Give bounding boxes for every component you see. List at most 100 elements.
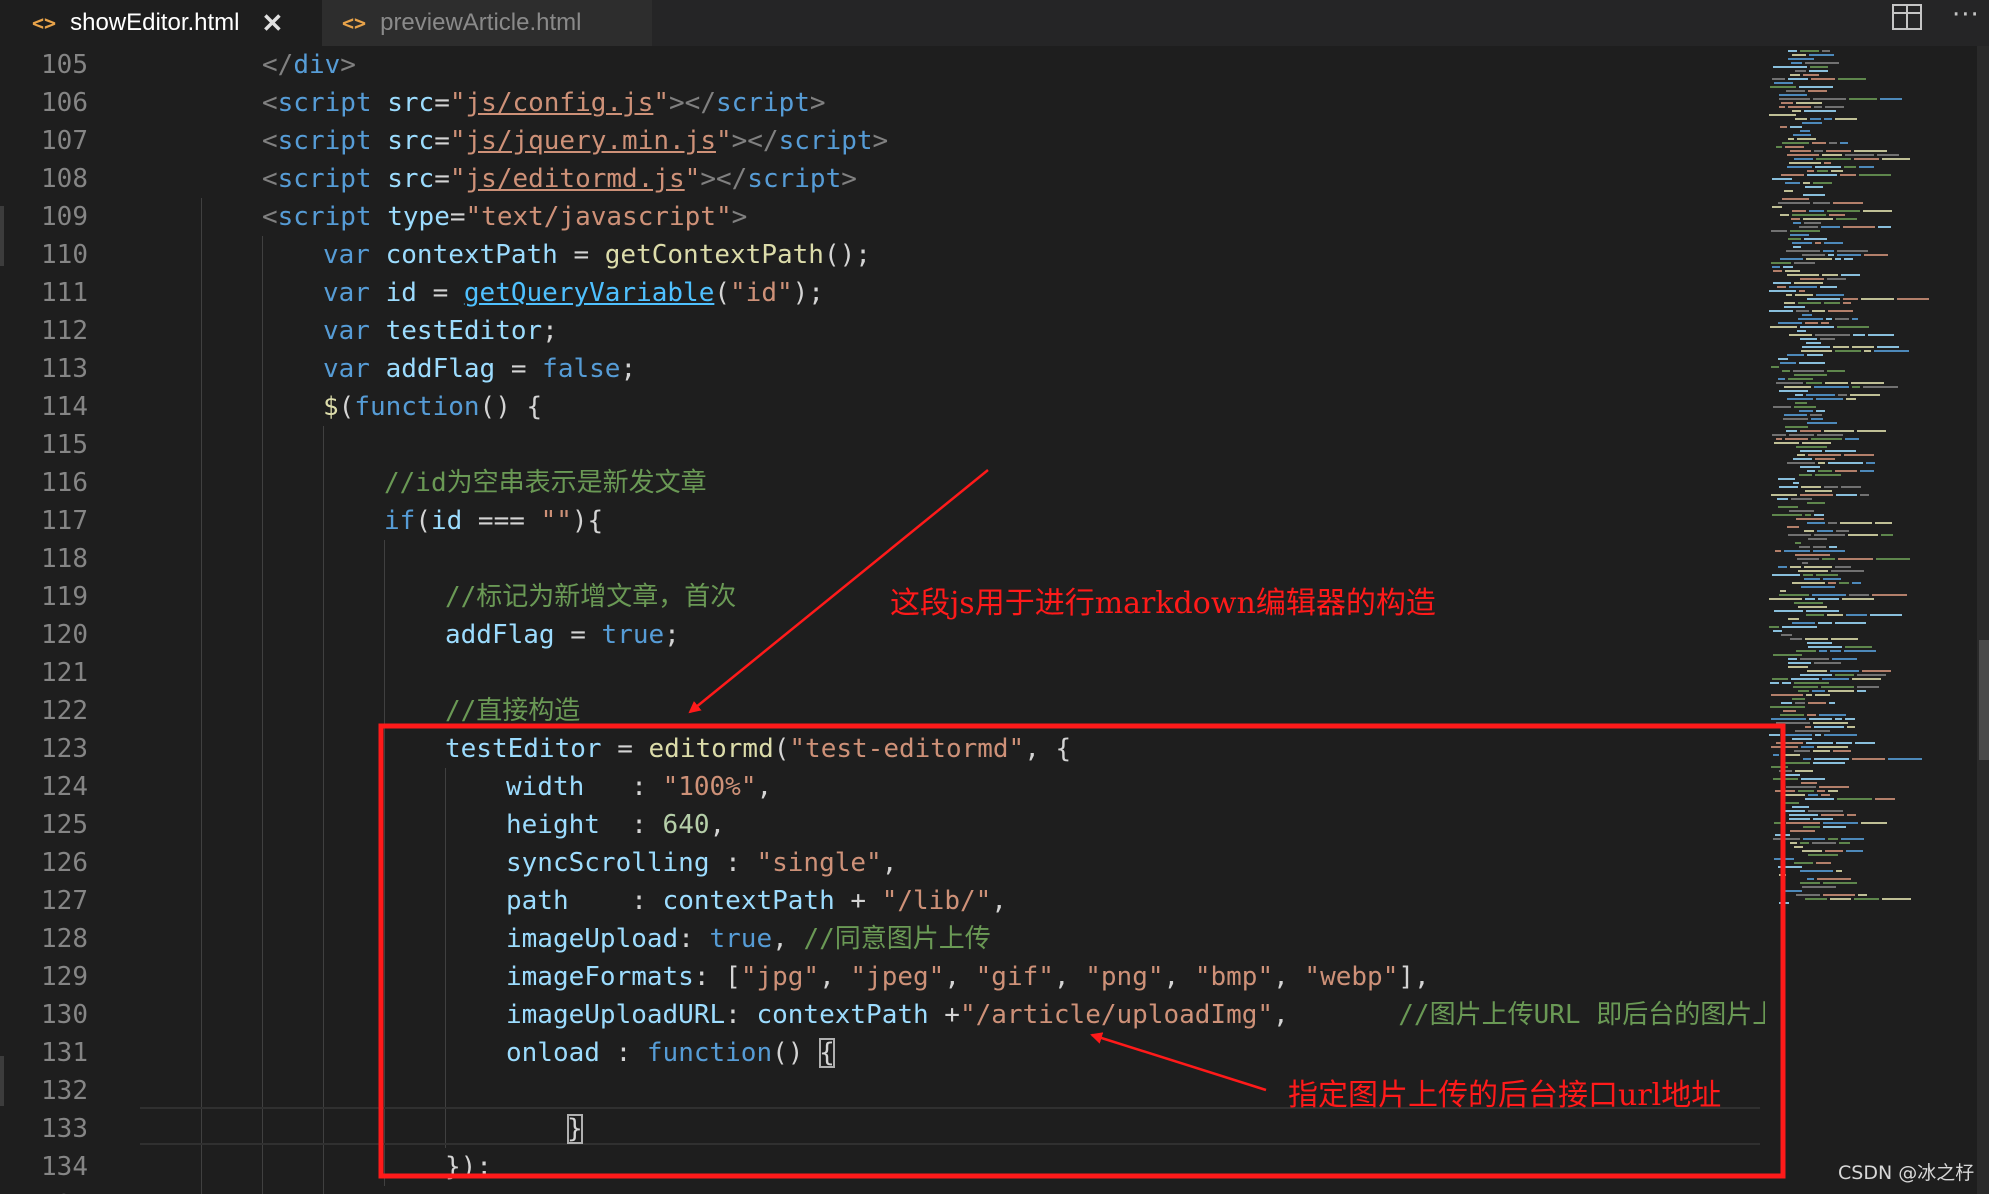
code-line[interactable]: var addFlag = false; <box>323 350 636 388</box>
minimap-line <box>1818 622 1832 624</box>
minimap-line <box>1782 682 1791 684</box>
minimap-line <box>1857 674 1886 676</box>
minimap-line <box>1798 606 1827 608</box>
code-token: }); <box>445 1152 492 1182</box>
minimap-line <box>1788 666 1808 668</box>
code-line[interactable]: imageUpload: true, //同意图片上传 <box>506 920 991 958</box>
code-line[interactable]: onload : function() { <box>506 1034 835 1072</box>
split-editor-icon[interactable] <box>1892 4 1922 30</box>
code-line[interactable]: $(function() { <box>323 388 542 426</box>
minimap-line <box>1779 874 1786 876</box>
minimap-line <box>1783 710 1796 712</box>
minimap-line <box>1813 546 1826 548</box>
minimap-line <box>1778 202 1810 204</box>
minimap-line <box>1811 78 1835 80</box>
code-line[interactable]: width : "100%", <box>506 768 772 806</box>
minimap-line <box>1846 850 1863 852</box>
minimap-line <box>1816 158 1851 160</box>
code-token: "gif" <box>975 962 1054 992</box>
minimap-line <box>1792 698 1805 700</box>
code-line[interactable]: if(id === ""){ <box>384 502 603 540</box>
code-editor[interactable]: 105 106 107 108 109 110 111 112 113 114 115 116 117 1… <box>0 46 1778 1194</box>
minimap-line <box>1790 230 1820 232</box>
more-actions-icon[interactable]: ··· <box>1952 0 1980 30</box>
code-token: " <box>449 164 466 194</box>
code-token: width <box>506 772 585 802</box>
code-line[interactable]: var id = getQueryVariable("id"); <box>323 274 824 312</box>
minimap-line <box>1778 506 1798 508</box>
minimap-line <box>1790 150 1811 152</box>
line-number: 107 <box>41 126 88 156</box>
minimap-line <box>1773 270 1782 272</box>
tab-show-editor[interactable]: <> showEditor.html ✕ <box>0 0 322 46</box>
minimap-line <box>1814 514 1824 516</box>
code-line[interactable]: //标记为新增文章，首次 <box>445 578 736 616</box>
code-line[interactable]: <script src="js/editormd.js"></script> <box>262 160 857 198</box>
minimap-line <box>1791 498 1812 500</box>
minimap-line <box>1817 790 1825 792</box>
minimap-line <box>1874 350 1909 352</box>
code-line[interactable]: imageFormats: ["jpg", "jpeg", "gif", "pn… <box>506 958 1430 996</box>
minimap[interactable] <box>1765 46 1965 1194</box>
code-line[interactable]: height : 640, <box>506 806 725 844</box>
minimap-line <box>1788 58 1814 60</box>
close-icon[interactable]: ✕ <box>262 8 284 39</box>
vertical-scrollbar[interactable] <box>1977 46 1989 1194</box>
minimap-line <box>1835 470 1857 472</box>
code-line[interactable]: syncScrolling : "single", <box>506 844 897 882</box>
minimap-line <box>1813 202 1830 204</box>
code-line[interactable]: </div> <box>262 46 356 84</box>
minimap-line <box>1788 534 1811 536</box>
minimap-line <box>1815 334 1850 336</box>
minimap-line <box>1815 242 1821 244</box>
line-number: 110 <box>41 240 88 270</box>
code-line[interactable]: <script src="js/config.js"></script> <box>262 84 826 122</box>
code-line[interactable]: addFlag = true; <box>445 616 680 654</box>
minimap-line <box>1799 410 1813 412</box>
minimap-line <box>1792 582 1825 584</box>
minimap-line <box>1780 258 1803 260</box>
minimap-line <box>1796 310 1809 312</box>
scrollbar-thumb[interactable] <box>1979 640 1989 760</box>
minimap-line <box>1794 406 1816 408</box>
indent-guide <box>201 198 202 1194</box>
code-line[interactable]: } <box>567 1110 583 1148</box>
tab-label: showEditor.html <box>70 9 240 36</box>
code-token: = <box>557 240 605 270</box>
minimap-line <box>1812 690 1825 692</box>
minimap-line <box>1781 174 1804 176</box>
minimap-line <box>1849 98 1877 100</box>
minimap-line <box>1790 566 1801 568</box>
code-line[interactable]: <script type="text/javascript"> <box>262 198 747 236</box>
minimap-line <box>1792 54 1806 56</box>
code-line[interactable]: imageUploadURL: contextPath +"/article/u… <box>506 996 1778 1034</box>
minimap-line <box>1788 106 1811 108</box>
minimap-line <box>1809 210 1824 212</box>
code-line[interactable]: path : contextPath + "/lib/", <box>506 882 1007 920</box>
minimap-line <box>1863 210 1892 212</box>
minimap-line <box>1773 654 1802 656</box>
code-token: , <box>1273 962 1305 992</box>
line-number: 123 <box>41 734 88 764</box>
line-number: 133 <box>41 1114 88 1144</box>
code-line[interactable]: }); <box>445 1148 492 1186</box>
code-line[interactable]: testEditor = editormd("test-editormd", { <box>445 730 1071 768</box>
minimap-line <box>1857 430 1886 432</box>
minimap-line <box>1835 258 1841 260</box>
code-token: height <box>506 810 600 840</box>
minimap-line <box>1840 142 1848 144</box>
code-token: "text/javascript" <box>465 202 732 232</box>
code-line[interactable]: //直接构造 <box>445 692 580 730</box>
code-line[interactable]: //id为空串表示是新发文章 <box>384 464 707 502</box>
tab-preview-article[interactable]: <> previewArticle.html <box>322 0 652 46</box>
code-line[interactable]: <script src="js/jquery.min.js"></script> <box>262 122 888 160</box>
code-token: contextPath <box>756 1000 929 1030</box>
code-token: > <box>872 126 889 156</box>
code-line[interactable]: var testEditor; <box>323 312 558 350</box>
code-token: id <box>385 278 417 308</box>
code-token: " <box>715 126 732 156</box>
code-line[interactable]: var contextPath = getContextPath(); <box>323 236 871 274</box>
minimap-line <box>1801 782 1817 784</box>
minimap-line <box>1851 382 1884 384</box>
line-number: 108 <box>41 164 88 194</box>
